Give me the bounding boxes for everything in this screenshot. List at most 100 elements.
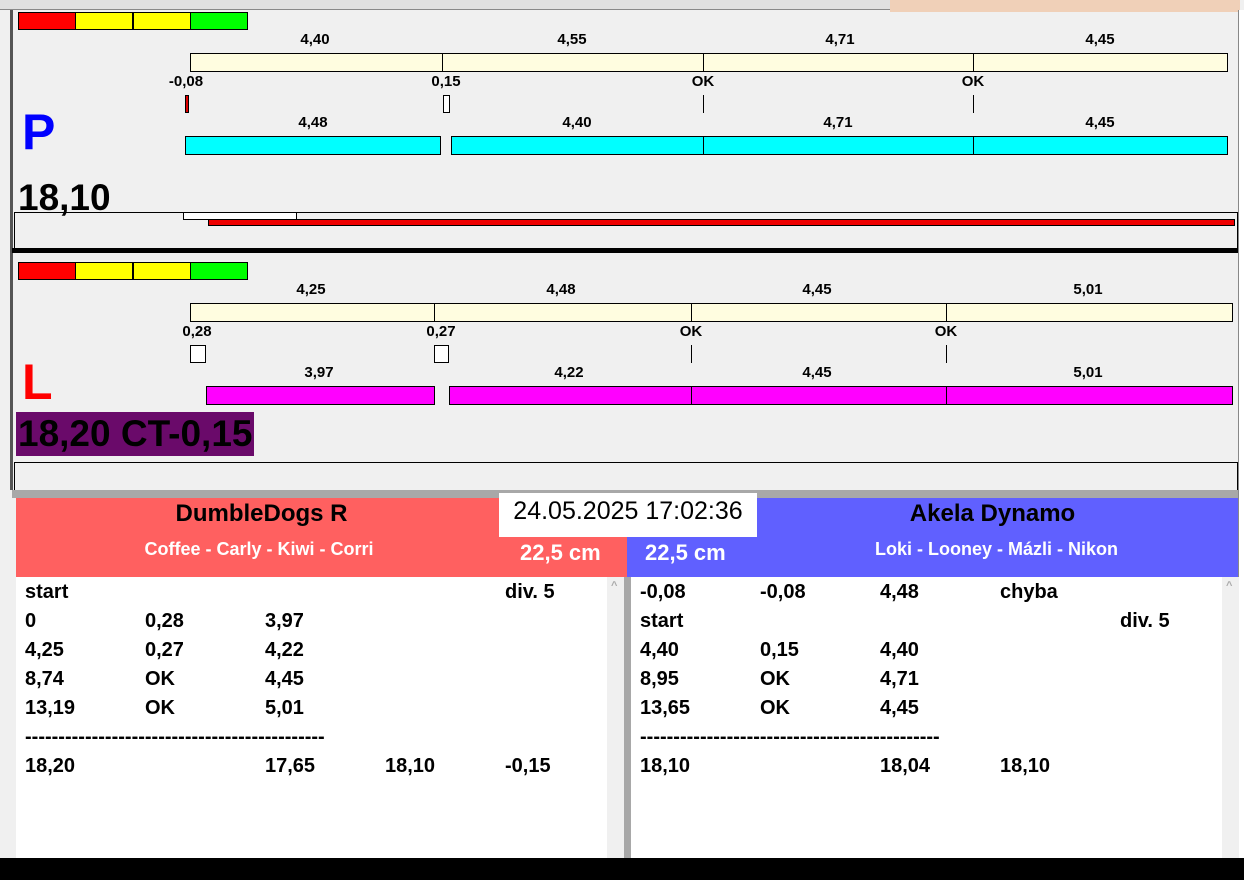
team-height: 22,5 cm — [645, 540, 726, 565]
dog-time-label: 4,45 — [1085, 114, 1115, 131]
scrollbar[interactable] — [1222, 577, 1239, 858]
dog-time-label: 4,45 — [802, 364, 832, 381]
results-cell: OK — [760, 668, 790, 690]
list-gap — [624, 577, 631, 858]
fault-label: -0,08 — [168, 73, 204, 90]
results-cell: 4,45 — [880, 697, 919, 719]
results-cell: div. 5 — [505, 581, 555, 603]
results-cell: 18,10 — [1000, 755, 1051, 777]
results-cell: 0,27 — [145, 639, 184, 661]
dog-time-bar — [451, 136, 1228, 155]
top-tabs-strip — [0, 0, 890, 10]
fault-tick — [946, 345, 947, 363]
split-label: 4,45 — [802, 281, 832, 298]
results-cell: 13,19 — [25, 697, 76, 719]
dog-time-divider — [703, 136, 704, 155]
scrollbar[interactable] — [607, 577, 624, 858]
results-list — [16, 577, 607, 858]
legend-swatch — [132, 12, 191, 30]
fault-label: OK — [961, 73, 985, 90]
results-cell: 4,48 — [880, 581, 919, 603]
results-cell: 18,10 — [640, 755, 691, 777]
dog-time-label: 4,48 — [298, 114, 328, 131]
dog-time-divider — [946, 386, 947, 405]
results-cell: 13,65 — [640, 697, 691, 719]
dog-time-bar — [449, 386, 1233, 405]
results-cell: 4,40 — [880, 639, 919, 661]
split-bar — [190, 53, 1228, 72]
fault-tick — [973, 95, 974, 113]
split-label: 4,55 — [557, 31, 587, 48]
dog-time-label: 5,01 — [1073, 364, 1103, 381]
results-cell: 0 — [25, 610, 37, 632]
bottom-bar — [0, 858, 1244, 880]
scroll-up-icon[interactable]: ^ — [611, 580, 617, 592]
results-cell: -0,15 — [505, 755, 551, 777]
results-cell: 0,15 — [760, 639, 799, 661]
results-cell: 0,28 — [145, 610, 184, 632]
legend-swatch — [75, 262, 134, 280]
results-cell: div. 5 — [1120, 610, 1170, 632]
fault-label: OK — [691, 73, 715, 90]
dog-time-label: 4,71 — [823, 114, 853, 131]
fault-marker — [185, 95, 189, 113]
fault-label: OK — [934, 323, 958, 340]
legend-swatch — [132, 262, 191, 280]
team-height: 22,5 cm — [520, 540, 601, 565]
datetime: 24.05.2025 17:02:36 — [499, 493, 757, 537]
results-cell: 18,10 — [385, 755, 436, 777]
fault-tick — [691, 345, 692, 363]
results-cell: 18,04 — [880, 755, 931, 777]
results-cell: 4,25 — [25, 639, 64, 661]
results-cell: ----------------------------------------… — [25, 726, 325, 748]
legend-swatch — [189, 262, 248, 280]
dog-time-label: 4,40 — [562, 114, 592, 131]
dog-time-divider — [691, 386, 692, 405]
fault-label: 0,15 — [431, 73, 461, 90]
dog-time-divider — [973, 136, 974, 155]
results-cell: 5,01 — [265, 697, 304, 719]
fault-label: 0,27 — [426, 323, 456, 340]
split-divider — [691, 303, 692, 322]
split-label: 4,45 — [1085, 31, 1115, 48]
legend-swatch — [189, 12, 248, 30]
fault-label: OK — [679, 323, 703, 340]
lane-letter: P — [22, 104, 56, 160]
results-cell: 8,95 — [640, 668, 679, 690]
results-cell: 17,65 — [265, 755, 316, 777]
results-cell: chyba — [1000, 581, 1058, 603]
split-label: 4,25 — [296, 281, 326, 298]
results-cell: 4,22 — [265, 639, 304, 661]
results-cell: OK — [145, 668, 175, 690]
split-divider — [703, 53, 704, 72]
dog-time-label: 4,22 — [554, 364, 584, 381]
results-cell: start — [640, 610, 684, 632]
split-divider — [442, 53, 443, 72]
lane-separator — [12, 248, 1238, 253]
dog-time-bar — [185, 136, 441, 155]
legend-swatch — [75, 12, 134, 30]
split-divider — [434, 303, 435, 322]
split-label: 4,40 — [300, 31, 330, 48]
results-cell: 8,74 — [25, 668, 64, 690]
top-status-area — [890, 0, 1240, 12]
results-cell: ----------------------------------------… — [640, 726, 940, 748]
results-cell: 3,97 — [265, 610, 304, 632]
split-label: 4,48 — [546, 281, 576, 298]
lane-letter: L — [22, 354, 53, 410]
results-cell: 4,71 — [880, 668, 919, 690]
lane-total-time: 18,20 CT-0,15 — [16, 412, 255, 456]
fault-marker — [190, 345, 206, 363]
split-divider — [973, 53, 974, 72]
results-cell: OK — [760, 697, 790, 719]
lane-total-time: 18,10 — [18, 177, 111, 218]
legend-swatch — [18, 12, 76, 30]
results-cell: 4,45 — [265, 668, 304, 690]
scroll-up-icon[interactable]: ^ — [1226, 580, 1232, 592]
split-label: 5,01 — [1073, 281, 1103, 298]
fault-marker — [443, 95, 450, 113]
dog-time-label: 3,97 — [304, 364, 334, 381]
split-label: 4,71 — [825, 31, 855, 48]
split-divider — [946, 303, 947, 322]
results-cell: 18,20 — [25, 755, 76, 777]
